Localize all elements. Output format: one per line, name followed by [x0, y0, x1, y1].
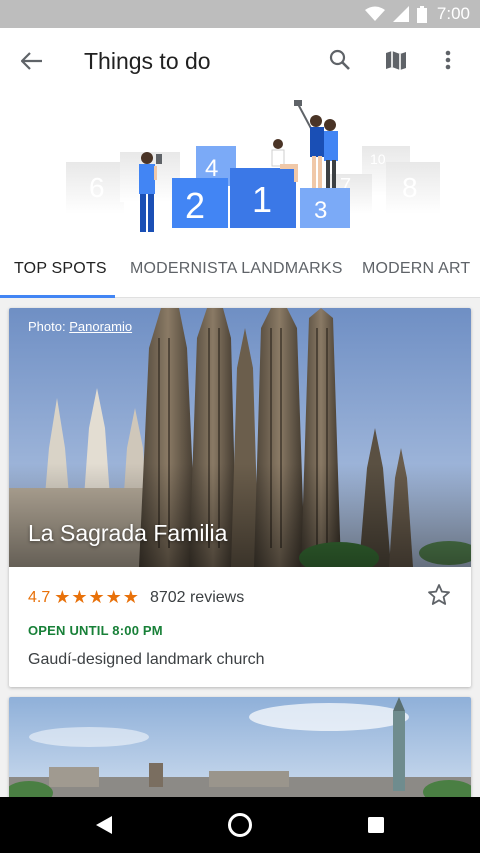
place-card[interactable]: Photo: Panoramio La Sagrada Familia 4.7 …	[9, 308, 471, 687]
place-description: Gaudí-designed landmark church	[28, 651, 265, 668]
save-place-button[interactable]	[427, 583, 453, 609]
status-icons: 7:00	[364, 4, 470, 24]
open-status: OPEN UNTIL 8:00 PM	[28, 623, 163, 638]
category-tabs: TOP SPOTS MODERNISTA LANDMARKS MODERN AR…	[0, 244, 480, 298]
block-label: 3	[314, 197, 327, 224]
hero-illustration: 6 10 8 7 4 2 1 3	[0, 94, 480, 244]
place-name: La Sagrada Familia	[28, 520, 228, 546]
nav-back-button[interactable]	[88, 809, 120, 841]
back-button[interactable]	[14, 45, 50, 77]
page-title: Things to do	[84, 48, 211, 74]
status-bar: 7:00	[0, 0, 480, 28]
triangle-back-icon	[96, 816, 112, 834]
square-recents-icon	[368, 817, 384, 833]
review-count: 8702 reviews	[149, 588, 245, 606]
search-icon	[329, 49, 350, 70]
photo-credit-prefix: Photo:	[28, 319, 70, 334]
app-bar: Things to do	[0, 28, 480, 94]
nav-recents-button[interactable]	[360, 809, 392, 841]
rating-value: 4.7	[28, 588, 51, 606]
photo-credit: Photo: Panoramio	[28, 319, 132, 334]
podium-illustration: 6 10 8 7 4 2 1 3	[66, 100, 440, 232]
star-rating-icon: ★★★★★	[54, 587, 140, 607]
place-details[interactable]: 4.7 ★★★★★ 8702 reviews OPEN UNTIL 8:00 P…	[9, 567, 471, 687]
status-time: 7:00	[436, 4, 470, 23]
more-vert-icon	[445, 50, 451, 70]
block-label: 6	[89, 172, 105, 203]
wifi-icon	[364, 6, 385, 21]
block-label: 4	[205, 155, 218, 182]
more-options-button[interactable]	[430, 42, 466, 78]
search-button[interactable]	[322, 42, 358, 78]
block-label: 1	[252, 179, 272, 220]
block-label: 8	[402, 172, 418, 203]
nav-home-button[interactable]	[224, 809, 256, 841]
place-card[interactable]	[9, 697, 471, 797]
place-photo[interactable]: Photo: Panoramio La Sagrada Familia	[9, 308, 471, 567]
system-nav-bar	[0, 797, 480, 853]
map-icon	[386, 51, 406, 70]
map-button[interactable]	[378, 42, 414, 78]
block-label: 10	[370, 151, 386, 167]
arrow-back-icon	[21, 52, 42, 70]
rating-row: 4.7 ★★★★★ 8702 reviews	[28, 587, 244, 608]
park-guell-photo	[9, 697, 471, 797]
block-label: 2	[185, 185, 205, 226]
star-outline-icon	[428, 584, 450, 605]
battery-icon	[416, 5, 427, 23]
places-list[interactable]: Photo: Panoramio La Sagrada Familia 4.7 …	[0, 298, 480, 797]
circle-home-icon	[228, 813, 252, 837]
tab-top-spots[interactable]: TOP SPOTS	[14, 260, 107, 278]
photo-credit-link[interactable]: Panoramio	[69, 319, 132, 334]
tab-modernista-landmarks[interactable]: MODERNISTA LANDMARKS	[130, 260, 343, 278]
signal-icon	[392, 6, 409, 22]
tab-modern-art[interactable]: MODERN ART	[362, 260, 470, 278]
